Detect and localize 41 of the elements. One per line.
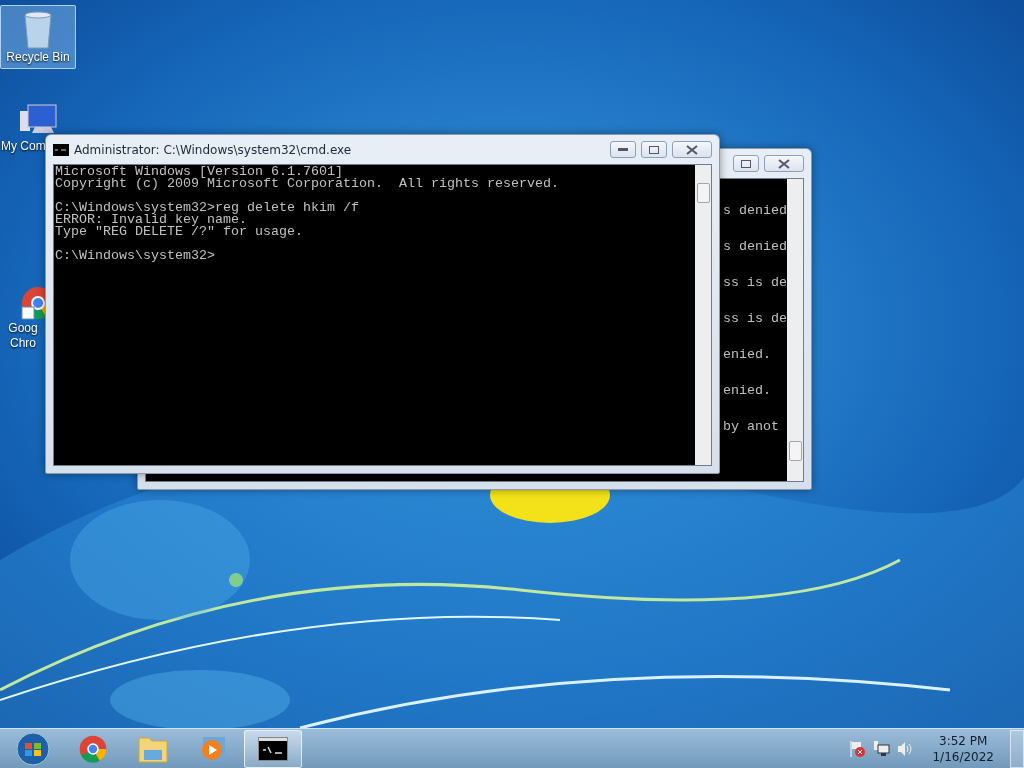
media-player-icon bbox=[199, 734, 227, 763]
icon-label: Goog bbox=[7, 321, 39, 336]
console-line: ss is de bbox=[723, 277, 786, 289]
console-line: s denied bbox=[723, 241, 786, 253]
taskbar-button[interactable] bbox=[244, 729, 302, 768]
clock-date[interactable]: 1/16/2022 bbox=[932, 748, 994, 765]
scroll-thumb[interactable] bbox=[696, 183, 710, 203]
close-icon bbox=[686, 144, 698, 155]
scroll-thumb[interactable] bbox=[788, 441, 802, 461]
maximize-button[interactable] bbox=[733, 155, 759, 172]
console-line: Type "REG DELETE /?" for usage. bbox=[55, 226, 304, 238]
chrome-icon bbox=[78, 733, 108, 764]
window-title: Administrator: C:\Windows\system32\cmd.exe bbox=[74, 142, 353, 157]
minimize-button[interactable] bbox=[610, 141, 636, 158]
minimize-icon bbox=[618, 147, 628, 152]
console-line: C:\Windows\system32> bbox=[55, 250, 216, 262]
close-button[interactable] bbox=[672, 141, 712, 158]
flag-warning-icon[interactable] bbox=[848, 739, 867, 758]
maximize-button[interactable] bbox=[641, 141, 667, 158]
maximize-icon bbox=[649, 145, 659, 154]
clock-time[interactable]: 3:52 PM bbox=[939, 732, 988, 749]
console-line: C:\Windows\system32>reg delete hkim /f bbox=[55, 202, 360, 214]
network-icon[interactable] bbox=[872, 739, 891, 758]
console-line: enied. bbox=[723, 385, 772, 397]
console-line: by anot bbox=[723, 421, 780, 433]
console-line: Microsoft Windows [Version 6.1.7601] bbox=[55, 166, 343, 178]
console-line: enied. bbox=[723, 349, 772, 361]
console-line: ss is de bbox=[723, 313, 786, 325]
close-button[interactable] bbox=[764, 155, 804, 172]
console-line: s denied bbox=[723, 205, 786, 217]
console-line: Copyright (c) 2009 Microsoft Corporation. All rights reserved. bbox=[55, 178, 560, 190]
start-orb-icon bbox=[16, 731, 50, 766]
command-prompt-icon bbox=[258, 736, 288, 761]
icon-label: Chro bbox=[9, 336, 37, 351]
close-icon bbox=[778, 158, 790, 169]
maximize-icon bbox=[741, 159, 751, 168]
command-prompt-icon bbox=[53, 143, 69, 156]
console-line: ERROR: Invalid key name. bbox=[55, 214, 248, 226]
icon-label: Recycle Bin bbox=[6, 50, 70, 65]
recycle-bin-icon bbox=[22, 10, 54, 50]
icon-label: My Com bbox=[1, 139, 45, 154]
